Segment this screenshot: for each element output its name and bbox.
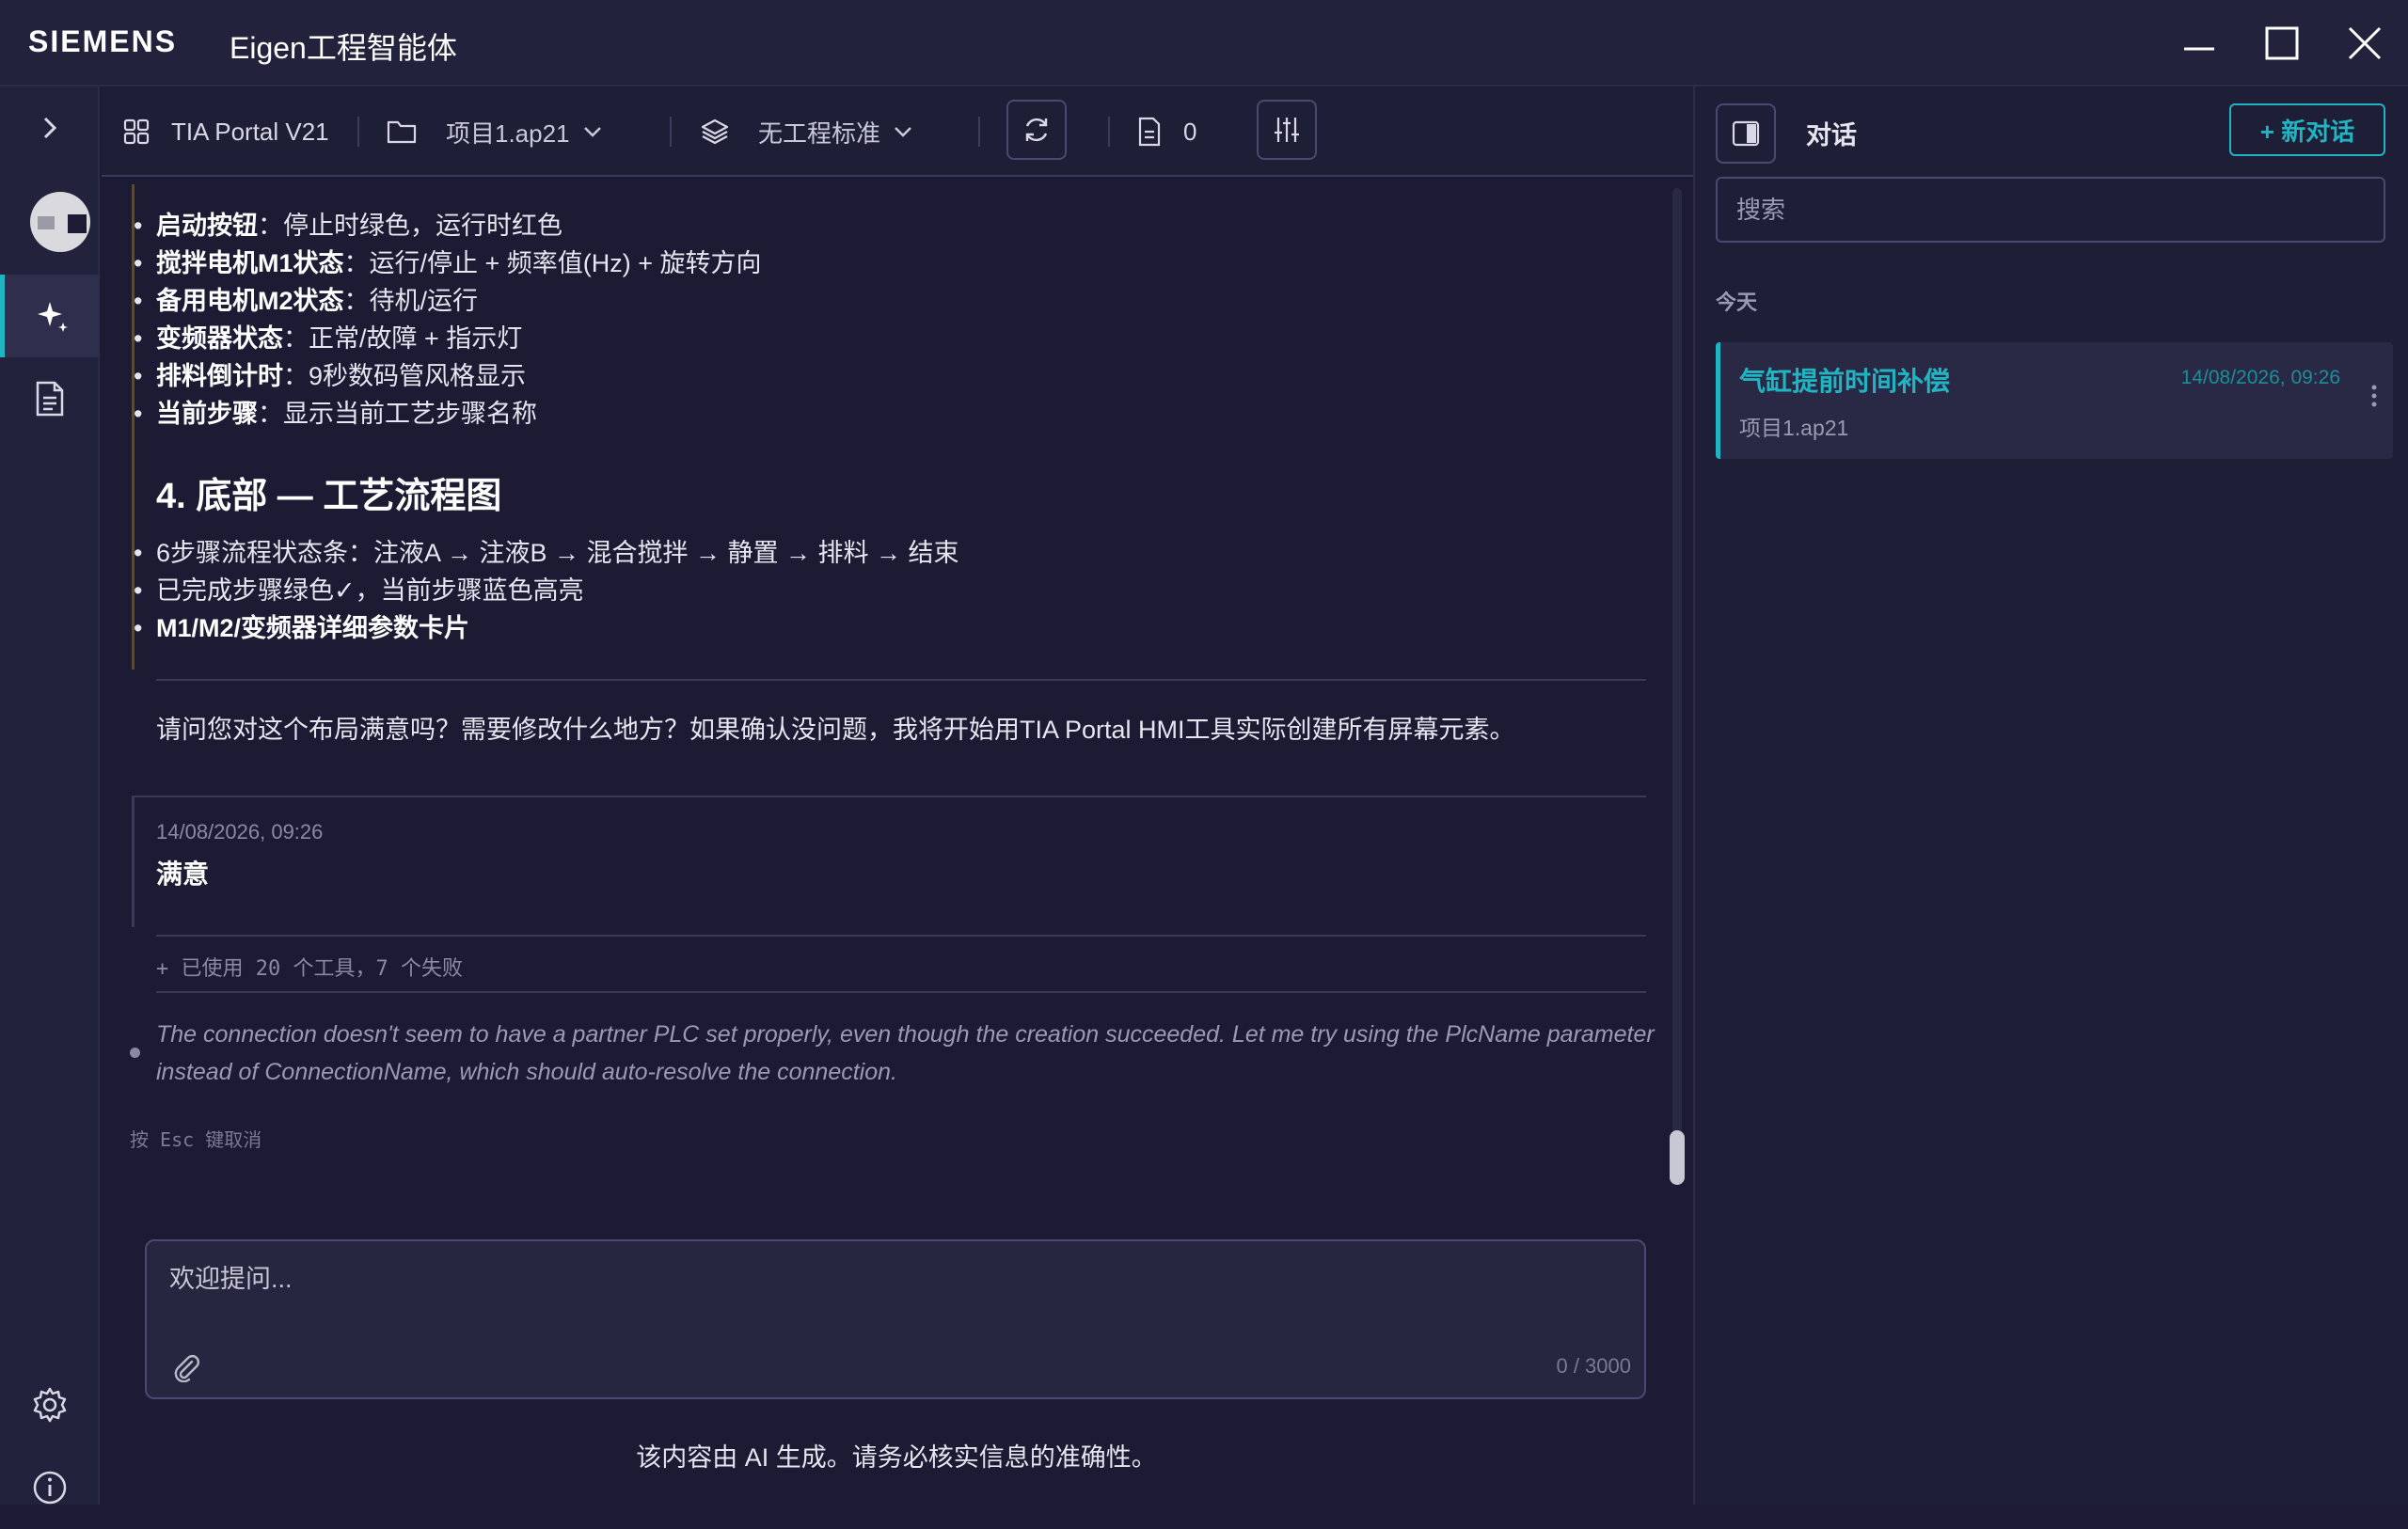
avatar[interactable] (30, 192, 90, 252)
rail-item-ai[interactable] (0, 275, 100, 357)
chevron-right-icon (43, 117, 57, 139)
chevron-down-icon (583, 127, 601, 137)
project-label: 项目1.ap21 (446, 118, 570, 148)
reply-accent-line (132, 797, 135, 927)
expand-rail-button[interactable] (0, 87, 100, 169)
list-item: 排料倒计时：9秒数码管风格显示 (134, 357, 762, 395)
minimize-button[interactable] (2171, 17, 2227, 70)
toolbar-divider (357, 117, 359, 147)
chevron-down-icon (895, 127, 911, 137)
document-count[interactable]: 0 (1136, 87, 1196, 177)
list-item: 当前步骤：显示当前工艺步骤名称 (134, 395, 762, 433)
grid-icon (123, 118, 150, 145)
divider (156, 991, 1646, 993)
rail-item-documents[interactable] (0, 357, 100, 440)
reply-timestamp: 14/08/2026, 09:26 (156, 820, 324, 843)
divider (156, 935, 1646, 937)
maximize-button[interactable] (2254, 17, 2310, 70)
conversation-title: 气缸提前时间补偿 (1739, 367, 1951, 396)
list-item: 6步骤流程状态条：注液A → 注液B → 混合搅拌 → 静置 → 排料 → 结束 (134, 534, 959, 572)
paperclip-icon (174, 1355, 199, 1383)
project-selector[interactable]: 项目1.ap21 (386, 87, 604, 177)
conversation-panel: 对话 + 新对话 input::placeholder{color:#9a9ab… (1693, 87, 2408, 1505)
settings-button[interactable] (0, 1363, 100, 1446)
conversation-item[interactable]: 气缸提前时间补偿 14/08/2026, 09:26 项目1.ap21 (1716, 342, 2393, 459)
ai-disclaimer: 该内容由 AI 生成。请务必核实信息的准确性。 (636, 1443, 1157, 1472)
conversation-menu-button[interactable] (2368, 382, 2380, 415)
divider (132, 796, 1646, 797)
group-label-today: 今天 (1716, 291, 1758, 314)
toolbar-divider (670, 117, 672, 147)
reply-text: 满意 (156, 859, 210, 889)
list-item: 备用电机M2状态：待机/运行 (134, 282, 762, 320)
esc-hint: 按 Esc 键取消 (130, 1128, 262, 1151)
divider (156, 679, 1646, 681)
gear-icon (33, 1387, 67, 1423)
left-rail (0, 87, 100, 1505)
info-button[interactable] (0, 1446, 100, 1529)
minimize-icon (2184, 47, 2214, 51)
app-title: Eigen工程智能体 (230, 31, 457, 65)
document-icon (36, 381, 64, 417)
list-item: 启动按钮：停止时绿色，运行时红色 (134, 207, 762, 244)
sidebar-toggle-icon (1732, 120, 1760, 147)
list-item: 已完成步骤绿色✓，当前步骤蓝色高亮 (134, 572, 959, 609)
bullet-list-bottom: 6步骤流程状态条：注液A → 注液B → 混合搅拌 → 静置 → 排料 → 结束… (134, 534, 959, 647)
refresh-icon (1025, 118, 1048, 142)
tools-summary-toggle[interactable]: + 已使用 20 个工具，7 个失败 (156, 952, 463, 982)
portal-label: TIA Portal V21 (171, 117, 329, 146)
list-item: 搅拌电机M1状态：运行/停止 + 频率值(Hz) + 旋转方向 (134, 244, 762, 282)
more-vertical-icon (2371, 385, 2377, 407)
conversation-project: 项目1.ap21 (1739, 416, 1849, 440)
brand-logo: SIEMENS (28, 24, 178, 58)
toolbar-divider (1108, 117, 1110, 147)
thinking-indicator-dot (130, 1048, 140, 1058)
file-icon (1138, 117, 1161, 147)
thinking-text: The connection doesn't seem to have a pa… (156, 1021, 1655, 1085)
search-input[interactable] (1716, 177, 2385, 243)
message-input[interactable] (167, 1256, 1616, 1332)
standard-selector[interactable]: 无工程标准 (700, 87, 914, 177)
refresh-button[interactable] (1006, 100, 1067, 160)
standard-label: 无工程标准 (758, 118, 881, 148)
new-chat-button[interactable]: + 新对话 (2229, 103, 2385, 156)
toolbar-divider (978, 117, 980, 147)
document-count-value: 0 (1183, 117, 1197, 146)
scrollbar-track[interactable] (1672, 188, 1682, 1185)
portal-selector[interactable]: TIA Portal V21 (122, 87, 329, 177)
message-input-box[interactable]: 0 / 3000 (145, 1239, 1646, 1399)
close-icon (2348, 26, 2382, 60)
attach-button[interactable] (171, 1352, 201, 1387)
filter-settings-button[interactable] (1257, 100, 1317, 160)
bullet-list-top: 启动按钮：停止时绿色，运行时红色 搅拌电机M1状态：运行/停止 + 频率值(Hz… (134, 207, 762, 433)
toolbar: TIA Portal V21 项目1.ap21 无工程标准 0 (102, 87, 1693, 177)
sparkle-icon (37, 302, 68, 332)
info-icon (33, 1471, 67, 1505)
list-item: 变频器状态：正常/故障 + 指示灯 (134, 320, 762, 357)
maximize-icon (2265, 26, 2299, 60)
sliders-icon (1275, 118, 1299, 142)
title-bar: SIEMENS Eigen工程智能体 (0, 0, 2408, 87)
layers-icon (701, 118, 729, 145)
close-button[interactable] (2337, 17, 2393, 70)
list-item: M1/M2/变频器详细参数卡片 (134, 609, 959, 647)
scrollbar-thumb[interactable] (1670, 1130, 1685, 1185)
assistant-question: 请问您对这个布局满意吗？需要修改什么地方？如果确认没问题，我将开始用TIA Po… (156, 716, 1515, 744)
toggle-panel-button[interactable] (1716, 103, 1776, 164)
section-heading: 4. 底部 — 工艺流程图 (156, 477, 502, 516)
char-counter: 0 / 3000 (1556, 1354, 1631, 1378)
panel-title: 对话 (1806, 121, 1857, 150)
conversation-time: 14/08/2026, 09:26 (2180, 367, 2340, 388)
folder-icon (387, 120, 417, 144)
